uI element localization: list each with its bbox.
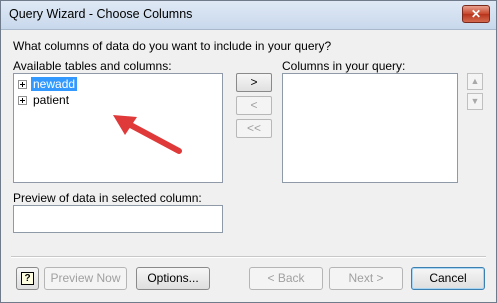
tree-item-patient[interactable]: patient [18,92,71,108]
arrow-shaft [120,118,182,154]
cancel-button[interactable]: Cancel [411,267,485,290]
query-columns-list[interactable] [282,73,458,183]
prompt-text: What columns of data do you want to incl… [13,39,332,53]
expand-icon[interactable] [18,79,27,89]
preview-now-button[interactable]: Preview Now [44,267,127,290]
help-button[interactable]: ? [16,267,39,290]
move-down-button[interactable]: ▼ [467,93,483,110]
tree-item-label[interactable]: newadd [29,76,79,92]
move-up-button[interactable]: ▲ [467,73,483,90]
window-title: Query Wizard - Choose Columns [9,7,193,21]
footer-separator [11,256,486,258]
options-button[interactable]: Options... [136,267,210,290]
help-icon: ? [21,272,34,285]
available-tables-label: Available tables and columns: [13,59,172,73]
expand-icon[interactable] [18,95,27,105]
query-columns-label: Columns in your query: [282,59,406,73]
back-button[interactable]: < Back [249,267,323,290]
remove-all-columns-button[interactable]: << [236,119,272,138]
remove-column-button[interactable]: < [236,96,272,115]
title-bar: Query Wizard - Choose Columns ✕ [1,1,496,30]
annotation-arrow-icon [113,115,182,154]
preview-box[interactable] [13,205,223,233]
add-column-button[interactable]: > [236,73,272,92]
tree-item-newadd[interactable]: newadd [18,76,79,92]
tree-item-label[interactable]: patient [31,93,71,107]
close-button[interactable]: ✕ [462,5,490,23]
next-button[interactable]: Next > [329,267,403,290]
query-wizard-dialog: Query Wizard - Choose Columns ✕ What col… [0,0,497,303]
preview-label: Preview of data in selected column: [13,191,202,205]
